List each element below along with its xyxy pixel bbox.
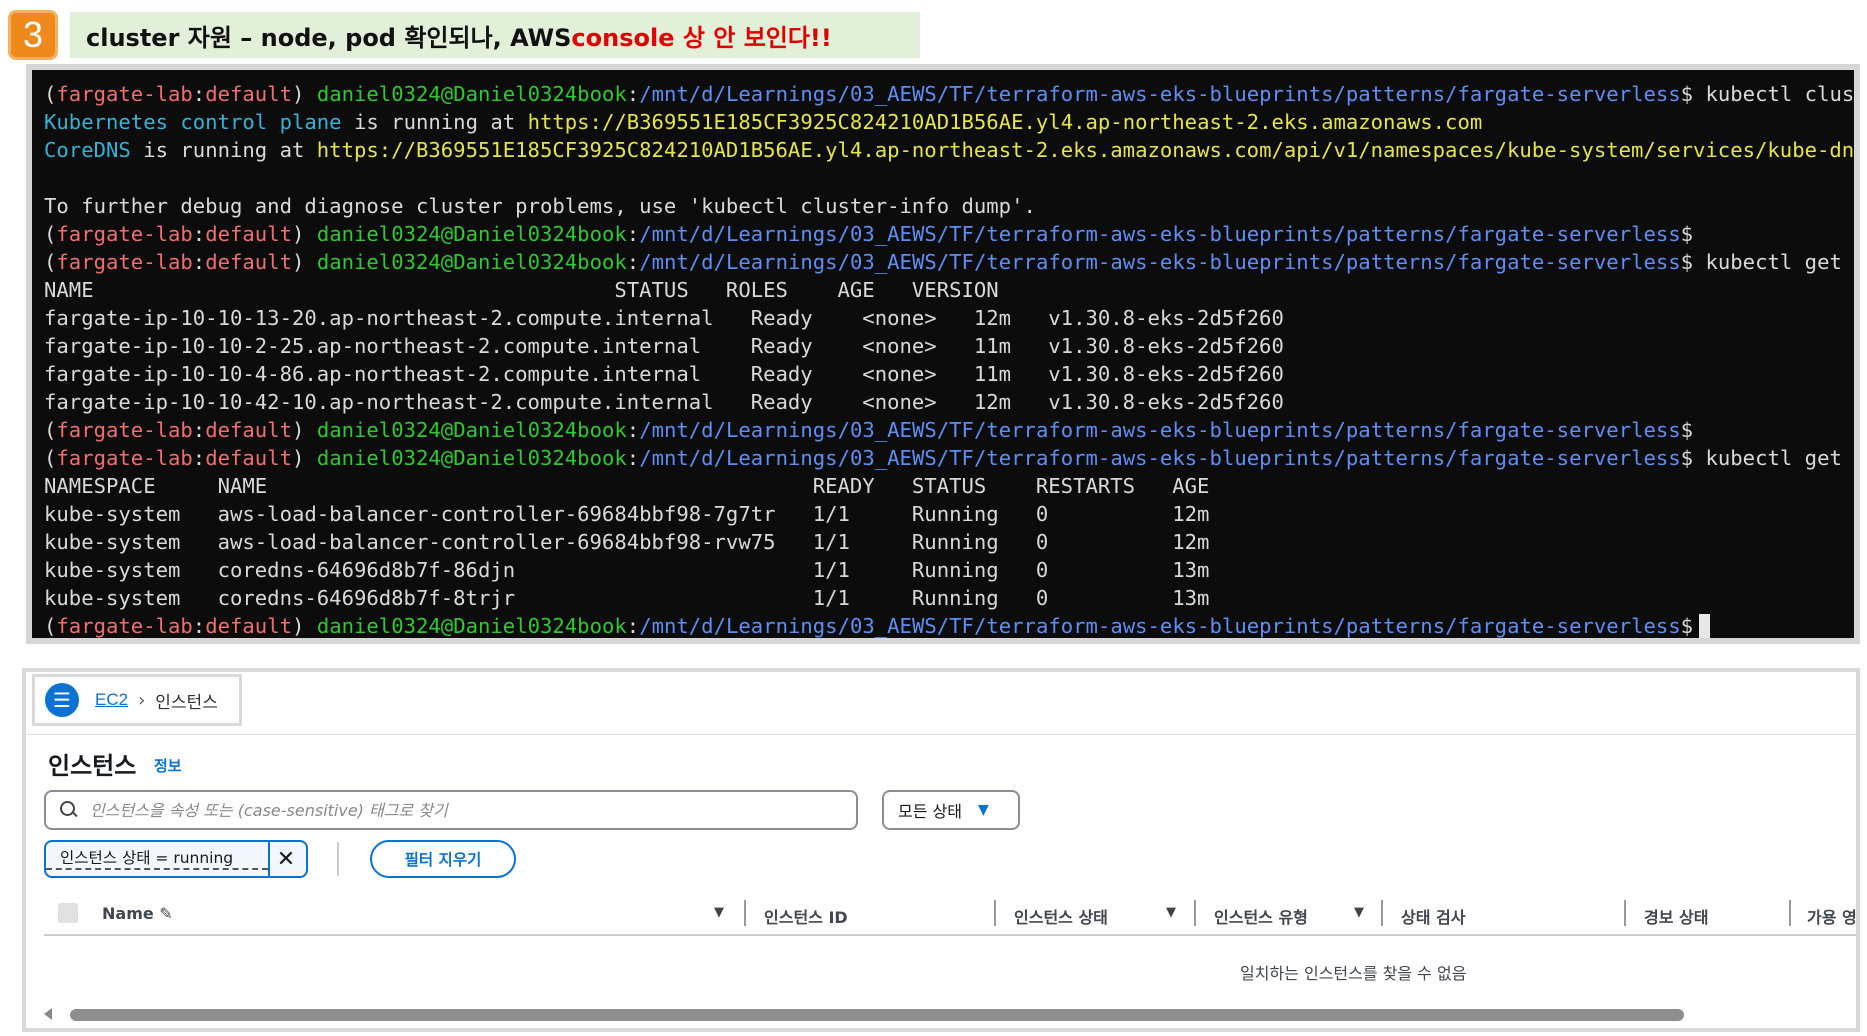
sort-caret-down-icon[interactable]: ▼	[1354, 905, 1364, 920]
column-header-availability-zone[interactable]: 가용 영역	[1807, 904, 1856, 928]
divider	[337, 842, 339, 876]
column-header-instance-type[interactable]: 인스턴스 유형	[1214, 904, 1308, 928]
sort-caret-down-icon[interactable]: ▼	[1166, 905, 1176, 920]
select-all-checkbox[interactable]	[58, 903, 78, 923]
instances-table-header: Name ✎ ▼ 인스턴스 ID 인스턴스 상태 ▼ 인스턴스 유형 ▼ 상태 …	[44, 892, 1856, 936]
page-title: 인스턴스	[48, 752, 137, 780]
close-icon[interactable]: ✕	[268, 842, 302, 876]
column-separator[interactable]	[994, 900, 996, 926]
column-header-instance-state[interactable]: 인스턴스 상태	[1014, 904, 1108, 928]
chevron-right-icon: ›	[138, 689, 146, 711]
info-link[interactable]: 정보	[154, 755, 182, 776]
column-separator[interactable]	[1381, 900, 1383, 926]
step-number-badge: 3	[8, 10, 58, 60]
column-separator[interactable]	[1624, 900, 1626, 926]
node-row: fargate-ip-10-10-2-25.ap-northeast-2.com…	[44, 334, 1284, 358]
terminal-prompt-line: (fargate-lab:default) daniel0324@Daniel0…	[44, 248, 1854, 276]
node-table-header: NAME STATUS ROLES AGE VERSION	[44, 278, 999, 302]
terminal-output-line: CoreDNS is running at https://B369551E18…	[44, 138, 1854, 162]
pod-row: kube-system coredns-64696d8b7f-8trjr 1/1…	[44, 586, 1210, 610]
column-header-status-check[interactable]: 상태 검사	[1401, 904, 1465, 928]
horizontal-scrollbar[interactable]	[44, 1008, 1834, 1022]
scroll-left-arrow-icon[interactable]	[44, 1008, 52, 1020]
edit-pencil-icon: ✎	[159, 904, 173, 923]
search-field[interactable]	[44, 790, 858, 830]
divider	[26, 734, 1856, 735]
column-header-alarm-status[interactable]: 경보 상태	[1644, 904, 1708, 928]
aws-console-panel: ☰ EC2 › 인스턴스 인스턴스 정보 모든 상태 ▼ 인스턴스 상태 = r…	[22, 668, 1860, 1032]
clear-filters-button[interactable]: 필터 지우기	[370, 840, 516, 878]
column-header-instance-id[interactable]: 인스턴스 ID	[764, 904, 848, 928]
sort-caret-down-icon[interactable]: ▼	[714, 905, 724, 920]
terminal-command: kubectl cluster-info	[1705, 82, 1854, 106]
search-icon	[60, 801, 78, 819]
caret-down-icon: ▼	[977, 802, 989, 818]
pod-row: kube-system aws-load-balancer-controller…	[44, 530, 1210, 554]
node-row: fargate-ip-10-10-13-20.ap-northeast-2.co…	[44, 306, 1284, 330]
hamburger-menu-icon[interactable]: ☰	[45, 683, 79, 717]
terminal-prompt-line: (fargate-lab:default) daniel0324@Daniel0…	[44, 612, 1854, 638]
column-header-name[interactable]: Name ✎	[102, 904, 173, 923]
breadcrumb-ec2-link[interactable]: EC2	[95, 690, 128, 710]
terminal-command: kubectl get node	[1705, 250, 1842, 274]
slide-title: cluster 자원 – node, pod 확인되나, AWS console…	[70, 12, 920, 58]
terminal-window: (fargate-lab:default) daniel0324@Daniel0…	[26, 64, 1860, 644]
node-row: fargate-ip-10-10-4-86.ap-northeast-2.com…	[44, 362, 1284, 386]
search-input[interactable]	[90, 800, 830, 820]
pod-row: kube-system aws-load-balancer-controller…	[44, 502, 1210, 526]
empty-table-message: 일치하는 인스턴스를 찾을 수 없음	[1240, 964, 1467, 983]
node-row: fargate-ip-10-10-42-10.ap-northeast-2.co…	[44, 390, 1284, 414]
breadcrumb-current: 인스턴스	[155, 692, 218, 713]
terminal-prompt-line: (fargate-lab:default) daniel0324@Daniel0…	[44, 444, 1854, 472]
column-separator[interactable]	[744, 900, 746, 926]
slide-title-text: cluster 자원 – node, pod 확인되나, AWS	[86, 23, 572, 52]
filter-token: 인스턴스 상태 = running ✕	[44, 840, 308, 878]
column-separator[interactable]	[1789, 900, 1791, 926]
breadcrumb: ☰ EC2 › 인스턴스	[32, 674, 242, 726]
terminal-command: kubectl get pod -A	[1705, 446, 1842, 470]
column-separator[interactable]	[1194, 900, 1196, 926]
terminal-output[interactable]: (fargate-lab:default) daniel0324@Daniel0…	[32, 70, 1854, 638]
terminal-prompt-line: (fargate-lab:default) daniel0324@Daniel0…	[44, 222, 1694, 246]
pod-table-header: NAMESPACE NAME READY STATUS RESTARTS AGE	[44, 474, 1210, 498]
terminal-output-line: Kubernetes control plane is running at h…	[44, 110, 1483, 134]
terminal-prompt-line: (fargate-lab:default) daniel0324@Daniel0…	[44, 80, 1854, 108]
terminal-cursor	[1699, 614, 1711, 638]
pod-row: kube-system coredns-64696d8b7f-86djn 1/1…	[44, 558, 1210, 582]
state-filter-select[interactable]: 모든 상태 ▼	[882, 790, 1020, 830]
slide-title-highlight: console 상 안 보인다!!	[571, 23, 832, 52]
filter-token-label[interactable]: 인스턴스 상태 = running	[46, 848, 268, 870]
terminal-output-line: To further debug and diagnose cluster pr…	[44, 194, 1036, 218]
state-filter-value: 모든 상태	[898, 802, 962, 821]
scrollbar-thumb[interactable]	[70, 1009, 1684, 1021]
terminal-prompt-line: (fargate-lab:default) daniel0324@Daniel0…	[44, 418, 1694, 442]
